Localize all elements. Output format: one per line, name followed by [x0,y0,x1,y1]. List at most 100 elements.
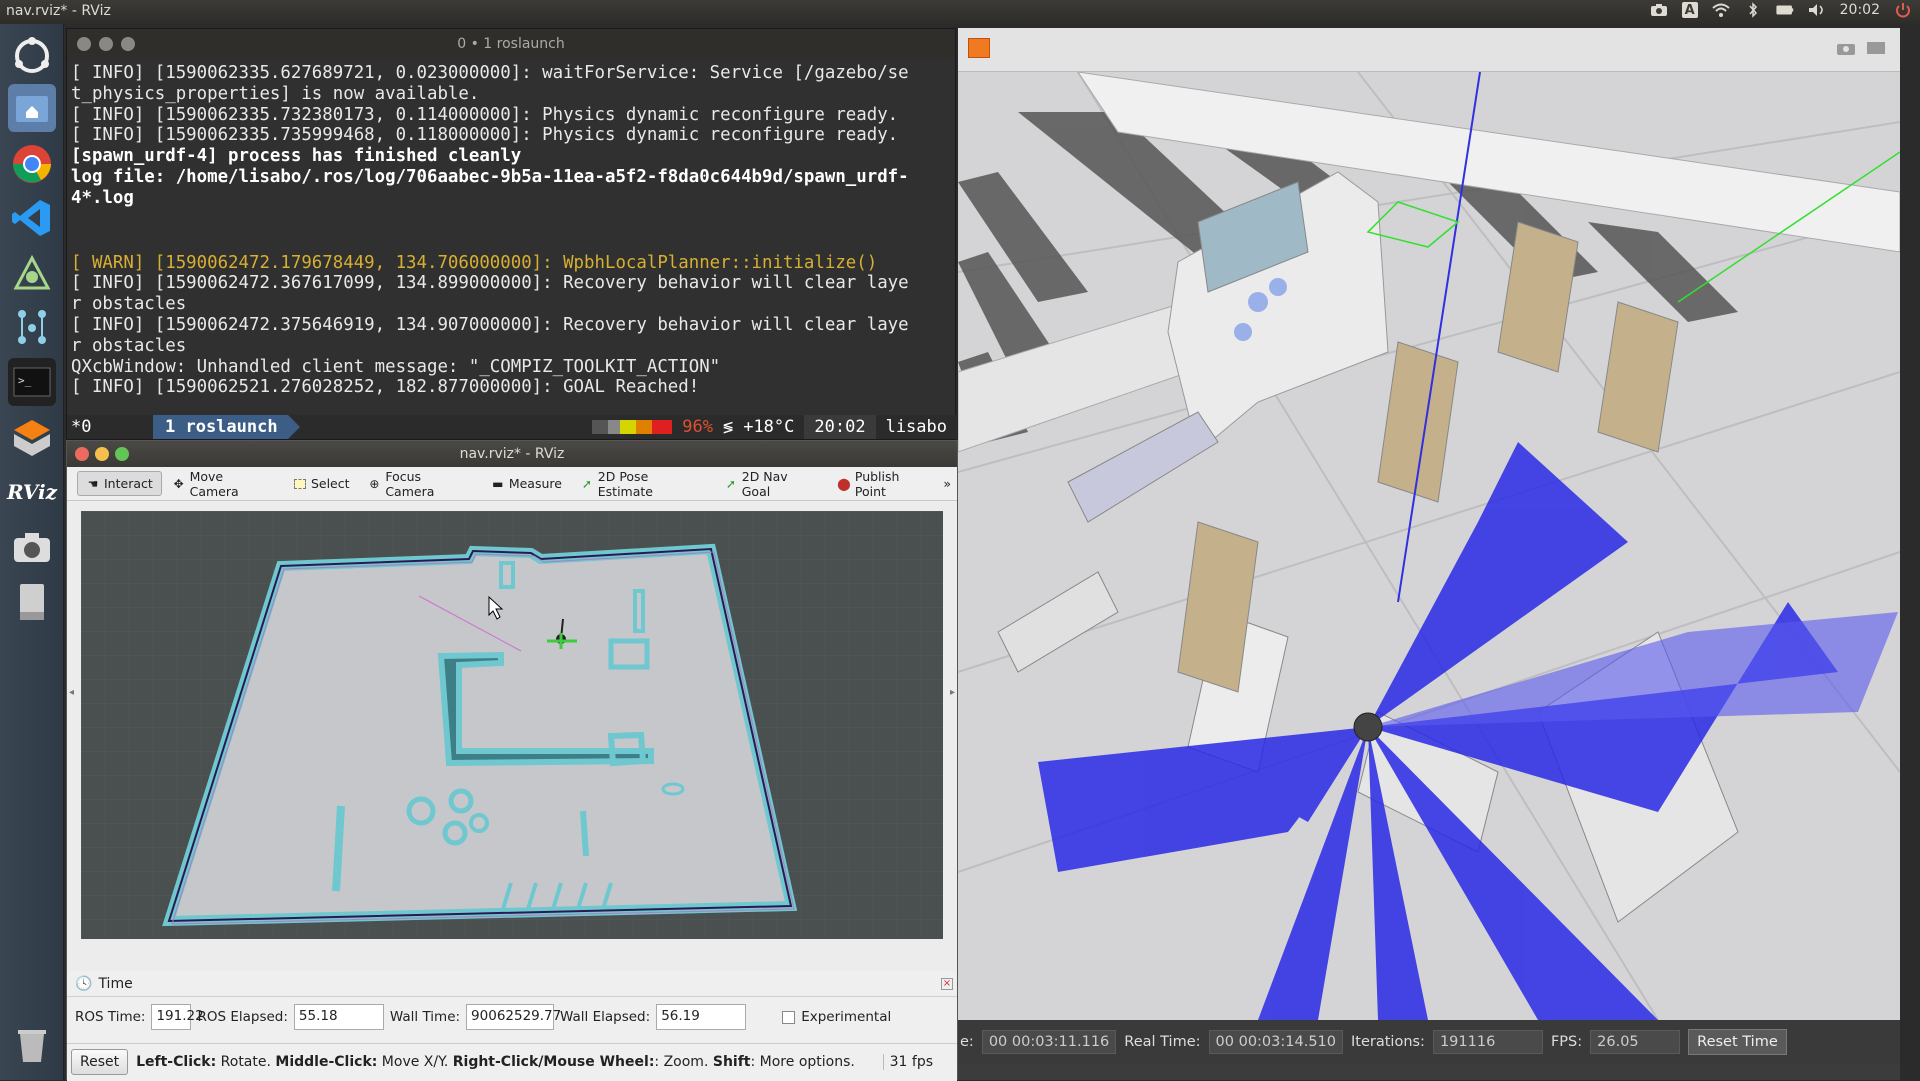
gazebo-3d-scene[interactable] [958,72,1900,1020]
iterations-label: Iterations: [1351,1034,1425,1050]
terminal-window[interactable]: 0 • 1 roslaunch [ INFO] [1590062335.6276… [66,28,957,440]
terminal-icon[interactable]: >_ [8,358,56,406]
vscode-icon[interactable] [8,194,56,242]
terminal-line: [ INFO] [1590062335.735999468, 0.1180000… [71,125,899,146]
camera-icon[interactable] [1650,2,1668,18]
wifi-icon[interactable] [1711,2,1730,18]
shapes-menu-icon[interactable] [968,38,990,58]
clock[interactable]: 20:02 [1840,2,1880,18]
gazebo-icon[interactable] [8,414,56,462]
ubuntu-dash-icon[interactable] [8,32,56,80]
real-time-label: Real Time: [1124,1034,1201,1050]
minimize-icon[interactable] [99,37,113,51]
rviz-window[interactable]: nav.rviz* - RViz ☚ Interact ✥ Move Camera … [66,440,958,1081]
time-panel: 🕓 Time × ROS Time: 191.22 ROS Elapsed: 5… [67,971,957,1081]
map-pin-icon: ⬤ [837,476,851,491]
tool-focus-camera[interactable]: ⊕ Focus Camera [360,465,481,503]
hand-cursor-icon: ☚ [87,476,99,491]
tool-2d-pose-estimate[interactable]: ➚ 2D Pose Estimate [572,465,714,503]
tool-select[interactable]: Select [285,472,358,495]
cpu-percent: 96% [682,417,713,437]
iterations-field: 191116 [1432,1030,1543,1054]
pose-arrow-icon: ➚ [581,476,592,491]
rviz-titlebar[interactable]: nav.rviz* - RViz [67,441,957,467]
terminal-separator [71,231,953,253]
map-render [81,511,943,939]
tool-publish-point[interactable]: ⬤ Publish Point [829,465,941,503]
weather: +18°C [743,417,795,437]
ros-time-label: ROS Time: [75,1009,146,1025]
terminal-output[interactable]: [ INFO] [1590062335.627689721, 0.0230000… [67,61,957,409]
rviz-toolbar: ☚ Interact ✥ Move Camera Select ⊕ Focus Cam… [67,467,957,501]
close-icon[interactable] [75,447,89,461]
wall-elapsed-label: Wall Elapsed: [560,1009,651,1025]
terminal-line: [ WARN] [1590062472.179678449, 134.70600… [71,252,878,273]
ros-elapsed-field[interactable]: 55.18 [293,1004,384,1030]
reset-button[interactable]: Reset [71,1048,129,1075]
terminal-line: 4*.log [71,187,134,208]
ros-turtle-icon[interactable] [8,250,56,298]
maximize-icon[interactable] [115,447,129,461]
maximize-icon[interactable] [121,37,135,51]
weather-icon: ≶ [722,417,734,437]
volume-icon[interactable] [1808,2,1826,18]
camera-app-icon[interactable] [8,524,56,572]
toolbar-overflow-icon[interactable]: » [943,476,951,491]
terminal-line: [ INFO] [1590062472.367617099, 134.89900… [71,273,909,294]
rviz-icon[interactable]: RViz [7,468,57,516]
reset-time-button[interactable]: Reset Time [1688,1029,1787,1055]
fps-readout: 31 fps [882,1053,933,1070]
terminal-line: [ INFO] [1590062472.375646919, 134.90700… [71,314,909,335]
files-home-icon[interactable] [8,84,56,132]
screenshot-icon[interactable] [1836,40,1856,60]
terminal-line: r obstacles [71,335,187,356]
network-graph-icon[interactable] [8,302,56,350]
wall-time-label: Wall Time: [389,1009,461,1025]
gazebo-render [958,72,1900,1020]
terminal-line: r obstacles [71,294,187,315]
terminal-titlebar[interactable]: 0 • 1 roslaunch [67,29,955,59]
wall-time-field[interactable]: 90062529.77 [466,1004,561,1030]
terminal-line: [ INFO] [1590062335.732380173, 0.1140000… [71,104,899,125]
chrome-icon[interactable] [8,140,56,188]
power-icon[interactable] [1894,2,1912,18]
top-panel: nav.rviz* - RViz A 20:02 [0,0,1920,24]
window-title: nav.rviz* - RViz [6,3,111,19]
rviz-3d-viewport[interactable] [81,511,943,939]
tool-measure[interactable]: ▬ Measure [483,472,570,495]
tmux-window-tab[interactable]: 1 roslaunch [153,415,300,439]
left-dock-collapse-icon[interactable]: ◂ [69,687,74,698]
wall-elapsed-field[interactable]: 56.19 [656,1004,747,1030]
minimize-icon[interactable] [95,447,109,461]
keyboard-indicator-icon[interactable]: A [1681,2,1698,18]
terminal-line: t_physics_properties] is now available. [71,83,480,104]
clock-icon: 🕓 [75,975,93,992]
gazebo-toolbar [958,28,1900,72]
gazebo-window[interactable]: e: 00 00:03:11.116 Real Time: 00 00:03:1… [958,28,1900,1080]
terminal-line: [ INFO] [1590062335.627689721, 0.0230000… [71,63,909,83]
record-video-icon[interactable] [1866,40,1886,60]
close-icon[interactable] [77,37,91,51]
fps-field: 26.05 [1590,1030,1681,1054]
mouse-help-text: Left-Click: Rotate. Middle-Click: Move X… [136,1053,855,1070]
status-bar: Reset Left-Click: Rotate. Middle-Click: … [67,1043,957,1079]
tool-interact[interactable]: ☚ Interact [77,471,162,496]
time-panel-title: Time [98,975,133,992]
measure-icon: ▬ [492,476,504,491]
experimental-checkbox[interactable] [782,1010,796,1024]
bluetooth-icon[interactable] [1744,2,1762,18]
right-dock-collapse-icon[interactable]: ▸ [950,687,955,698]
nav-goal-arrow-icon: ➚ [725,476,736,491]
tool-move-camera[interactable]: ✥ Move Camera [164,465,283,503]
terminal-separator [71,209,953,231]
trash-icon[interactable] [8,1020,56,1068]
drive-icon[interactable] [8,578,56,626]
terminal-line: [ INFO] [1590062521.276028252, 182.87700… [71,377,700,398]
tool-2d-nav-goal[interactable]: ➚ 2D Nav Goal [716,465,827,503]
tmux-clock: 20:02 [804,415,876,439]
ros-time-field[interactable]: 191.22 [151,1004,204,1030]
gazebo-status-bar: e: 00 00:03:11.116 Real Time: 00 00:03:1… [958,1020,1900,1064]
terminal-line: [spawn_urdf-4] process has finished clea… [71,146,522,167]
close-panel-icon[interactable]: × [941,977,953,990]
battery-icon[interactable] [1776,2,1794,18]
